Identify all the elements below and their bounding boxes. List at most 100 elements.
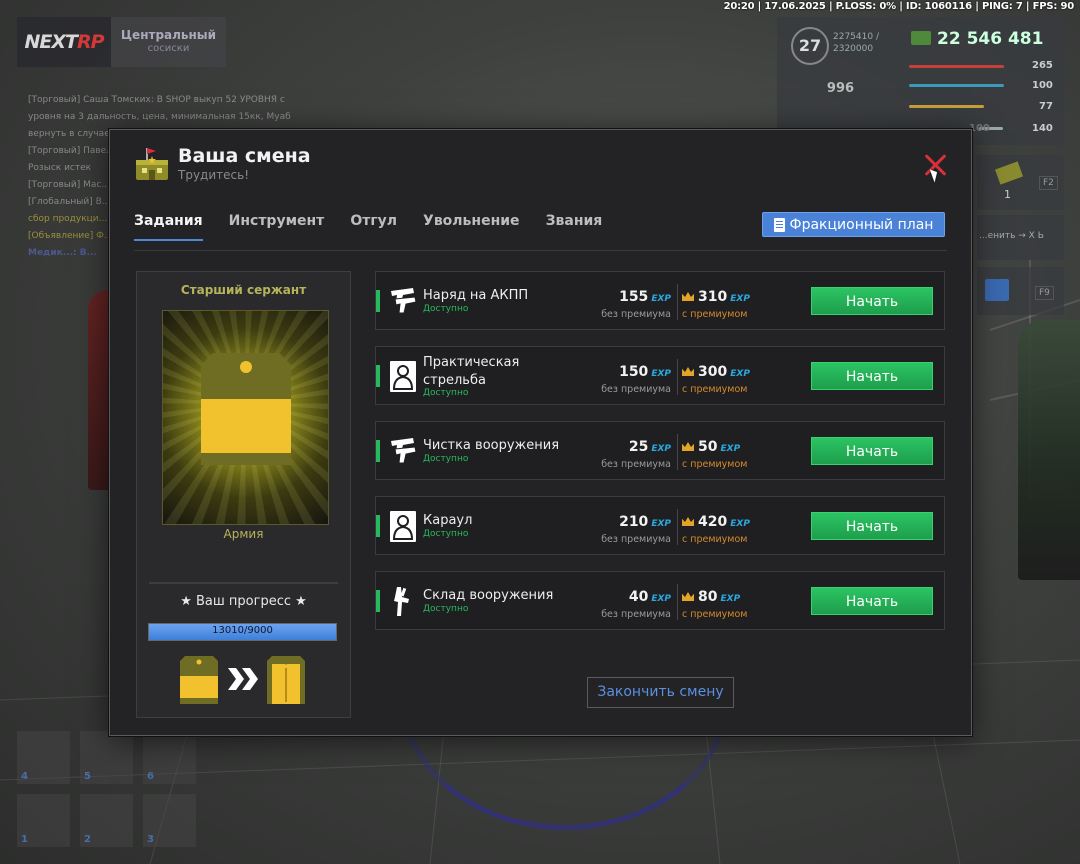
reward-base: 40 EXP без премиума bbox=[601, 589, 671, 620]
divider bbox=[149, 582, 338, 584]
modal-subtitle: Трудитесь! bbox=[178, 168, 249, 182]
progress-text: 13010/9000 bbox=[212, 625, 273, 636]
task-row: Караул Доступно 210 EXP без премиума 420 E… bbox=[375, 496, 945, 555]
player-stats-panel: 27 2275410 /2320000 22 546 481 265 100 7… bbox=[777, 17, 1064, 145]
rank-upgrade-preview bbox=[137, 656, 350, 706]
tabs-divider bbox=[134, 250, 947, 251]
start-button[interactable]: Начать bbox=[811, 287, 933, 315]
armor-value: 140 bbox=[1032, 123, 1053, 134]
inventory-slot[interactable]: 1 bbox=[17, 794, 70, 847]
inventory-slot[interactable]: 3 bbox=[143, 794, 196, 847]
inventory-slot[interactable]: 6 bbox=[143, 731, 196, 784]
status-accent bbox=[376, 440, 380, 462]
task-row: Практическая стрельба Доступно 150 EXP бе… bbox=[375, 346, 945, 405]
tab-day-off[interactable]: Отгул bbox=[350, 213, 397, 241]
stamina-value: 100 bbox=[1032, 80, 1053, 91]
start-button[interactable]: Начать bbox=[811, 512, 933, 540]
tab-tasks[interactable]: Задания bbox=[134, 213, 203, 241]
item-count: 1 bbox=[1004, 188, 1011, 201]
reward-premium: 300 EXP с премиумом bbox=[682, 364, 750, 395]
respect-value: 996 bbox=[826, 81, 855, 96]
finish-shift-button[interactable]: Закончить смену bbox=[587, 677, 734, 708]
crown-icon bbox=[682, 517, 694, 526]
key-f9: F9 bbox=[1035, 286, 1054, 300]
crown-icon bbox=[682, 292, 694, 301]
reward-premium: 310 EXP с премиумом bbox=[682, 289, 750, 320]
task-name: Наряд на АКПП bbox=[423, 288, 529, 303]
reward-premium: 80 EXP с премиумом bbox=[682, 589, 748, 620]
divider bbox=[677, 359, 678, 395]
reward-base: 150 EXP без премиума bbox=[601, 364, 671, 395]
server-subtitle: сосиски bbox=[147, 43, 190, 54]
task-name: Склад вооружения bbox=[423, 588, 554, 603]
reward-base: 25 EXP без премиума bbox=[601, 439, 671, 470]
hint-panel: ...енить → X Ь bbox=[977, 215, 1064, 260]
chat-line: уровня на 3 дальность, цена, минимальная… bbox=[28, 112, 291, 122]
next-rank-icon bbox=[267, 656, 305, 704]
server-logo: NEXT RP bbox=[17, 17, 111, 67]
status-accent bbox=[376, 590, 380, 612]
inventory-slot[interactable]: 5 bbox=[80, 731, 133, 784]
crown-icon bbox=[682, 592, 694, 601]
rank-progress-bar: 13010/9000 bbox=[148, 623, 337, 641]
level-badge: 27 bbox=[791, 27, 829, 65]
tab-tools[interactable]: Инструмент bbox=[229, 213, 325, 241]
reward-premium: 420 EXP с премиумом bbox=[682, 514, 750, 545]
task-status: Доступно bbox=[423, 529, 469, 539]
level-exp: 2275410 /2320000 bbox=[833, 32, 879, 54]
tab-bar: Задания Инструмент Отгул Увольнение Зван… bbox=[134, 213, 628, 241]
task-row: Склад вооружения Доступно 40 EXP без прем… bbox=[375, 571, 945, 630]
crown-icon bbox=[682, 367, 694, 376]
quick-items-panel: 1 F2 bbox=[977, 155, 1064, 210]
status-accent bbox=[376, 365, 380, 387]
target-icon bbox=[390, 361, 416, 392]
start-button[interactable]: Начать bbox=[811, 587, 933, 615]
rank-title: Старший сержант bbox=[180, 283, 307, 297]
rank-panel: Старший сержант Армия ★ Ваш прогресс ★ 1… bbox=[136, 271, 351, 718]
task-status: Доступно bbox=[423, 304, 469, 314]
health-bar bbox=[909, 65, 1004, 68]
money-icon bbox=[911, 31, 931, 45]
rifle-icon bbox=[394, 587, 409, 616]
calendar-icon bbox=[985, 279, 1009, 301]
crown-icon bbox=[682, 442, 694, 451]
shift-modal: Ваша смена Трудитесь! Задания Инструмент… bbox=[109, 129, 972, 736]
calendar-panel: F9 bbox=[977, 267, 1064, 315]
sergeant-badge-icon bbox=[201, 353, 291, 465]
task-status: Доступно bbox=[423, 454, 469, 464]
start-button[interactable]: Начать bbox=[811, 437, 933, 465]
reward-base: 210 EXP без премиума bbox=[601, 514, 671, 545]
divider bbox=[677, 434, 678, 470]
divider bbox=[677, 284, 678, 320]
divider bbox=[677, 584, 678, 620]
start-button[interactable]: Начать bbox=[811, 362, 933, 390]
task-name: Чистка вооружения bbox=[423, 438, 560, 453]
armor-left-value: 100 bbox=[969, 123, 990, 134]
task-name: Караул bbox=[423, 513, 473, 528]
server-info: Центральный сосиски bbox=[111, 17, 226, 67]
health-value: 265 bbox=[1032, 60, 1053, 71]
pistols-icon bbox=[391, 288, 417, 314]
army-base-icon bbox=[136, 148, 168, 180]
status-bar: 20:20 | 17.06.2025 | P.LOSS: 0% | ID: 10… bbox=[723, 1, 1075, 12]
money-amount: 22 546 481 bbox=[937, 29, 1044, 49]
ticket-icon bbox=[994, 161, 1024, 185]
task-row: Чистка вооружения Доступно 25 EXP без пре… bbox=[375, 421, 945, 480]
tab-dismissal[interactable]: Увольнение bbox=[423, 213, 520, 241]
faction-plan-button[interactable]: Фракционный план bbox=[762, 212, 945, 237]
rank-faction: Армия bbox=[223, 527, 264, 541]
status-accent bbox=[376, 515, 380, 537]
task-name: Практическая стрельба bbox=[423, 355, 520, 388]
tab-ranks[interactable]: Звания bbox=[546, 213, 603, 241]
task-row: Наряд на АКПП Доступно 155 EXP без премиу… bbox=[375, 271, 945, 330]
reward-premium: 50 EXP с премиумом bbox=[682, 439, 748, 470]
pistols-icon bbox=[391, 438, 417, 464]
server-name: Центральный bbox=[120, 28, 217, 42]
current-rank-icon bbox=[180, 656, 218, 704]
inventory-slot[interactable]: 4 bbox=[17, 731, 70, 784]
rank-insignia-card bbox=[162, 310, 329, 525]
reward-base: 155 EXP без премиума bbox=[601, 289, 671, 320]
document-icon bbox=[773, 217, 785, 232]
inventory-slot[interactable]: 2 bbox=[80, 794, 133, 847]
hunger-value: 77 bbox=[1039, 101, 1053, 112]
